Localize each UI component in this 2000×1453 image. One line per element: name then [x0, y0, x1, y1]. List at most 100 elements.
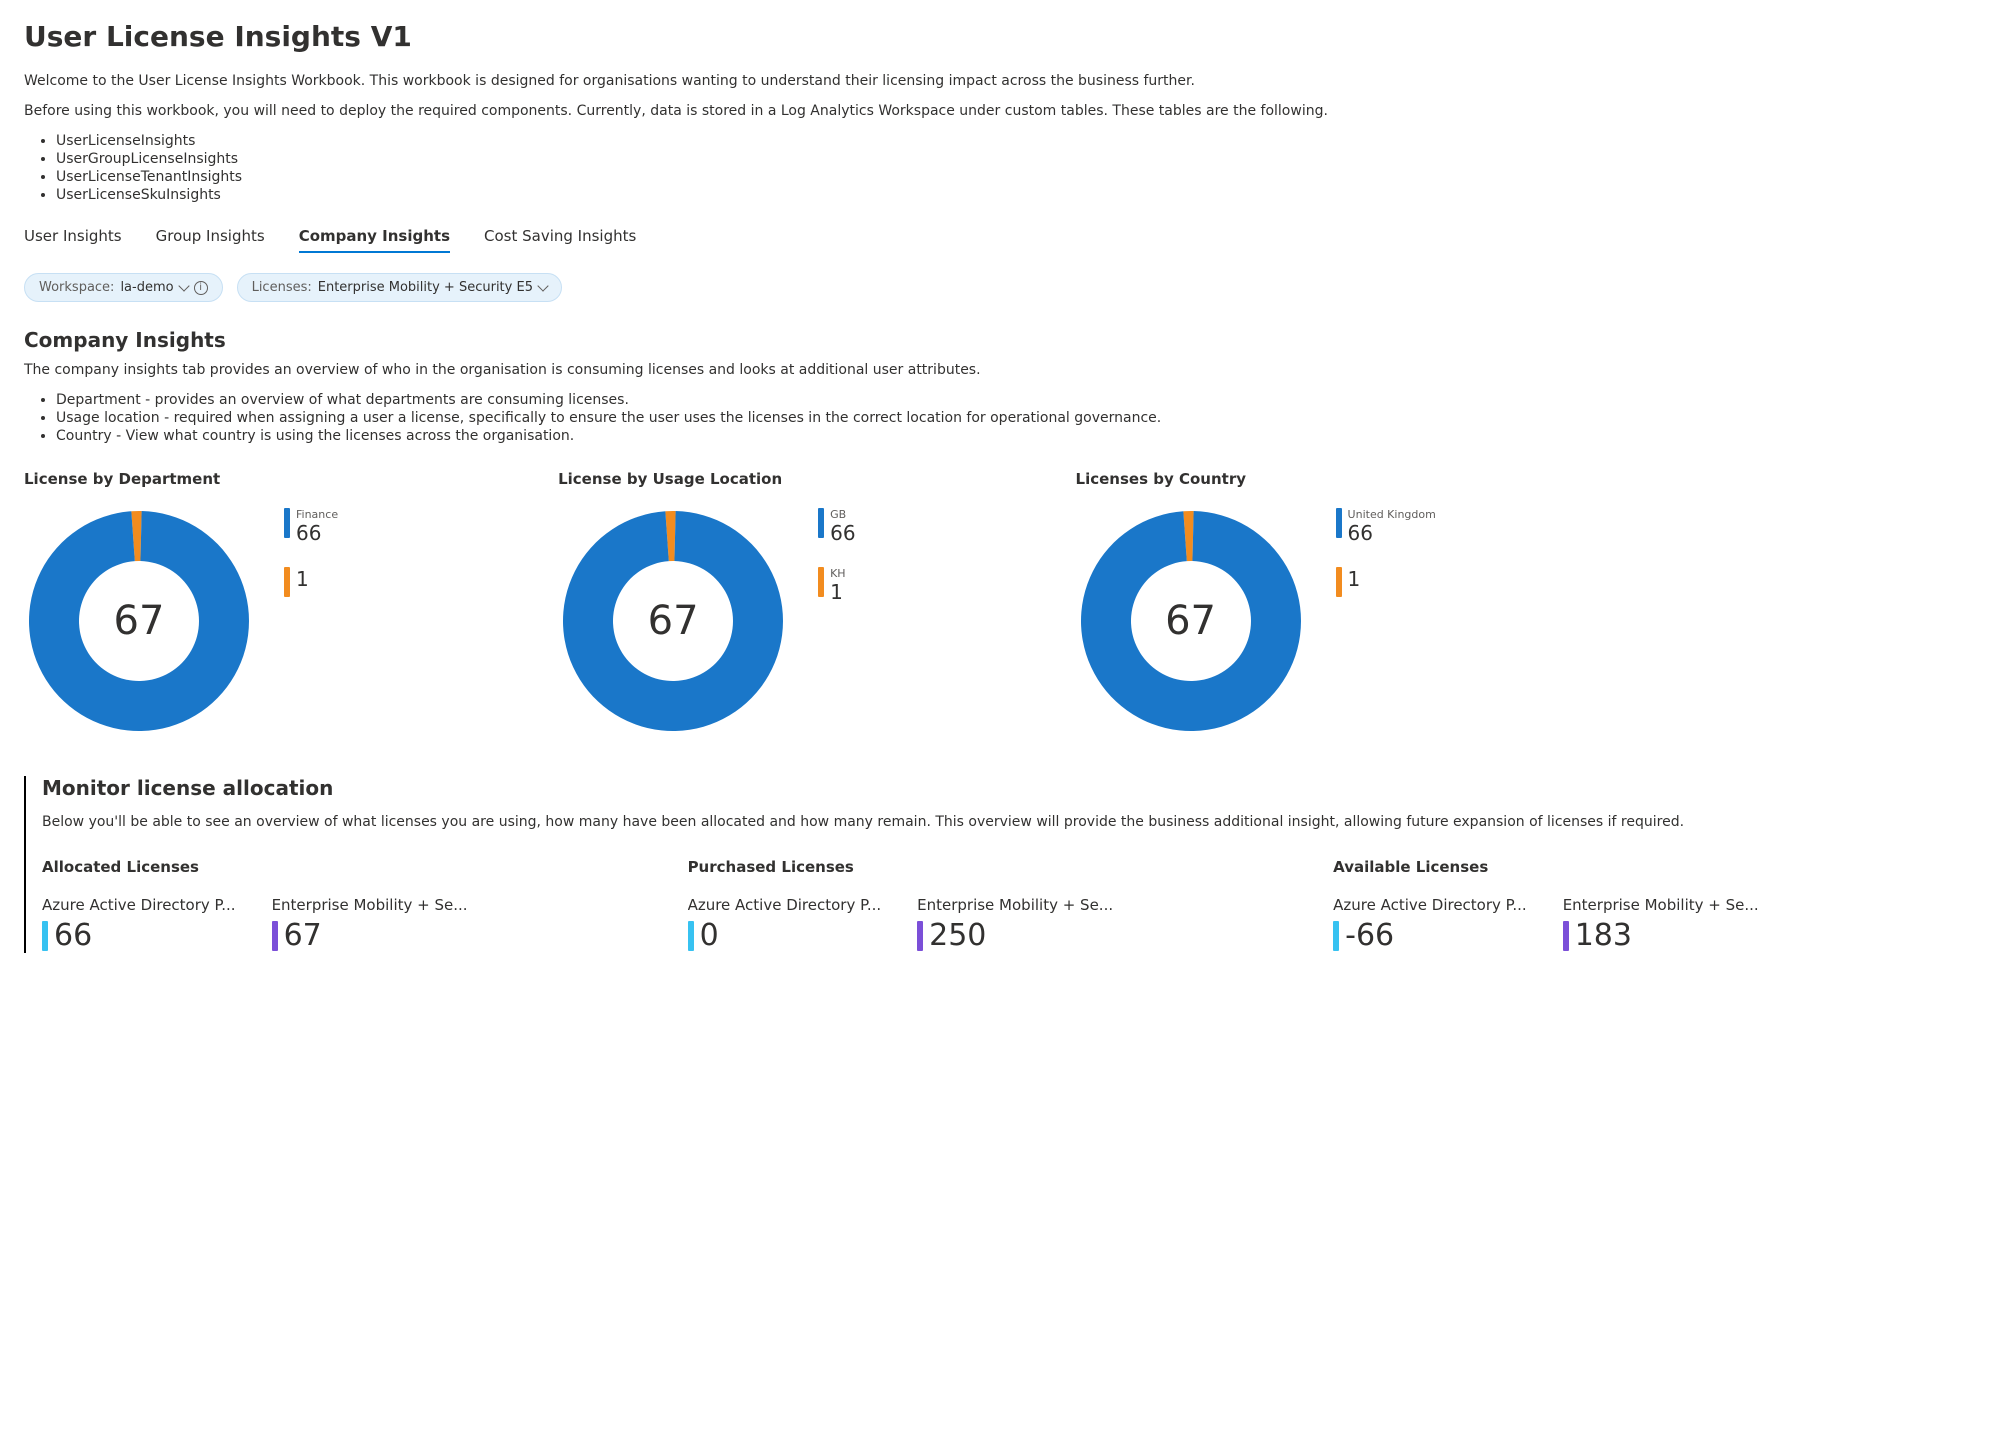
metric-list: Azure Active Directory P... -66 Enterpri… — [1333, 896, 1759, 953]
metric-label: Azure Active Directory P... — [1333, 896, 1527, 914]
legend-label: United Kingdom — [1348, 508, 1436, 521]
metric-color-bar — [1563, 921, 1569, 951]
metric-label: Enterprise Mobility + Se... — [917, 896, 1113, 914]
intro-block: Welcome to the User License Insights Wor… — [24, 73, 1976, 203]
donut-legend: GB 66 KH 1 — [818, 508, 855, 604]
legend-label: GB — [830, 508, 855, 521]
intro-table-item: UserLicenseTenantInsights — [56, 169, 1976, 185]
company-bullet-item: Country - View what country is using the… — [56, 428, 1976, 444]
licenses-filter-value: Enterprise Mobility + Security E5 — [318, 280, 533, 295]
donut-chart: License by Department 67 Finance 66 1 — [24, 470, 338, 736]
company-insights-desc: The company insights tab provides an ove… — [24, 362, 1976, 378]
legend-color-marker — [1336, 508, 1342, 538]
page-title: User License Insights V1 — [24, 20, 1976, 53]
metric-value: 0 — [700, 918, 719, 953]
legend-label: KH — [830, 567, 846, 580]
metric-value: 250 — [929, 918, 986, 953]
donut-svg: 67 — [1076, 506, 1306, 736]
chevron-down-icon — [537, 280, 548, 291]
metric-item: Enterprise Mobility + Se... 183 — [1563, 896, 1759, 953]
metric-color-bar — [917, 921, 923, 951]
legend-color-marker — [284, 508, 290, 538]
intro-paragraph: Before using this workbook, you will nee… — [24, 103, 1976, 119]
legend-color-marker — [818, 567, 824, 597]
workspace-filter-label: Workspace: — [39, 280, 114, 295]
legend-entry: United Kingdom 66 — [1336, 508, 1436, 545]
workspace-filter[interactable]: Workspace: la-demo i — [24, 273, 223, 302]
donut-chart: Licenses by Country 67 United Kingdom 66… — [1076, 470, 1436, 736]
metric-value: 67 — [284, 918, 322, 953]
donut-svg: 67 — [558, 506, 788, 736]
metric-group-title: Available Licenses — [1333, 858, 1759, 876]
company-bullet-item: Usage location - required when assigning… — [56, 410, 1976, 426]
donut-title: License by Usage Location — [558, 470, 855, 488]
metric-value: -66 — [1345, 918, 1394, 953]
intro-table-item: UserGroupLicenseInsights — [56, 151, 1976, 167]
metric-group-title: Purchased Licenses — [688, 858, 1114, 876]
metric-color-bar — [42, 921, 48, 951]
metric-label: Azure Active Directory P... — [42, 896, 236, 914]
metric-value: 183 — [1575, 918, 1632, 953]
donut-chart: License by Usage Location 67 GB 66 KH 1 — [558, 470, 855, 736]
company-bullet-list: Department - provides an overview of wha… — [56, 392, 1976, 444]
metric-row: Allocated Licenses Azure Active Director… — [26, 858, 1976, 953]
metric-color-bar — [688, 921, 694, 951]
metric-label: Enterprise Mobility + Se... — [272, 896, 468, 914]
metric-group: Purchased Licenses Azure Active Director… — [688, 858, 1114, 953]
metric-group: Allocated Licenses Azure Active Director… — [42, 858, 468, 953]
monitor-section: Monitor license allocation Below you'll … — [24, 776, 1976, 953]
intro-paragraph: Welcome to the User License Insights Wor… — [24, 73, 1976, 89]
metric-group: Available Licenses Azure Active Director… — [1333, 858, 1759, 953]
donut-svg: 67 — [24, 506, 254, 736]
legend-value: 1 — [830, 580, 846, 604]
donut-legend: Finance 66 1 — [284, 508, 338, 597]
legend-value: 1 — [1348, 567, 1361, 591]
tab-company-insights[interactable]: Company Insights — [299, 227, 450, 253]
metric-item: Azure Active Directory P... 0 — [688, 896, 882, 953]
tab-group-insights[interactable]: Group Insights — [156, 227, 265, 253]
filter-pills: Workspace: la-demo i Licenses: Enterpris… — [24, 273, 1976, 302]
legend-value: 66 — [1348, 521, 1436, 545]
company-insights-heading: Company Insights — [24, 328, 1976, 352]
metric-color-bar — [1333, 921, 1339, 951]
metric-item: Azure Active Directory P... -66 — [1333, 896, 1527, 953]
metric-label: Enterprise Mobility + Se... — [1563, 896, 1759, 914]
tab-user-insights[interactable]: User Insights — [24, 227, 122, 253]
metric-label: Azure Active Directory P... — [688, 896, 882, 914]
metric-item: Enterprise Mobility + Se... 67 — [272, 896, 468, 953]
monitor-heading: Monitor license allocation — [26, 776, 1976, 800]
donut-charts-row: License by Department 67 Finance 66 1 Li… — [24, 470, 1976, 736]
tab-bar: User Insights Group Insights Company Insig… — [24, 227, 1976, 253]
company-bullet-item: Department - provides an overview of wha… — [56, 392, 1976, 408]
metric-list: Azure Active Directory P... 66 Enterpris… — [42, 896, 468, 953]
intro-table-item: UserLicenseSkuInsights — [56, 187, 1976, 203]
chevron-down-icon — [178, 280, 189, 291]
donut-total: 67 — [114, 598, 165, 644]
licenses-filter[interactable]: Licenses: Enterprise Mobility + Security… — [237, 273, 562, 302]
legend-entry: 1 — [284, 567, 338, 597]
tab-cost-saving-insights[interactable]: Cost Saving Insights — [484, 227, 636, 253]
metric-color-bar — [272, 921, 278, 951]
donut-total: 67 — [1165, 598, 1216, 644]
monitor-desc: Below you'll be able to see an overview … — [26, 814, 1976, 830]
metric-value: 66 — [54, 918, 92, 953]
donut-title: Licenses by Country — [1076, 470, 1436, 488]
legend-value: 1 — [296, 567, 309, 591]
legend-entry: GB 66 — [818, 508, 855, 545]
legend-value: 66 — [830, 521, 855, 545]
intro-table-item: UserLicenseInsights — [56, 133, 1976, 149]
metric-item: Enterprise Mobility + Se... 250 — [917, 896, 1113, 953]
donut-total: 67 — [648, 598, 699, 644]
legend-entry: KH 1 — [818, 567, 855, 604]
legend-color-marker — [1336, 567, 1342, 597]
donut-title: License by Department — [24, 470, 338, 488]
intro-table-list: UserLicenseInsights UserGroupLicenseInsig… — [56, 133, 1976, 203]
legend-entry: 1 — [1336, 567, 1436, 597]
legend-color-marker — [818, 508, 824, 538]
legend-color-marker — [284, 567, 290, 597]
legend-entry: Finance 66 — [284, 508, 338, 545]
legend-label: Finance — [296, 508, 338, 521]
donut-legend: United Kingdom 66 1 — [1336, 508, 1436, 597]
metric-list: Azure Active Directory P... 0 Enterprise… — [688, 896, 1114, 953]
workspace-filter-value: la-demo — [120, 280, 173, 295]
